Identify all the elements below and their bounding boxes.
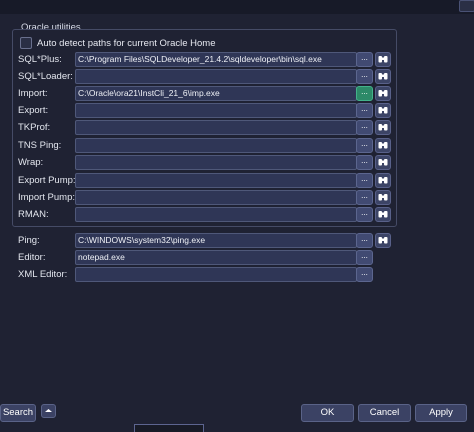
utility-path-input[interactable]: C:\Program Files\SQLDeveloper_21.4.2\sql… <box>75 52 357 67</box>
utility-row-6: TNS Ping:... <box>0 138 474 153</box>
browse-button[interactable]: ... <box>356 69 373 84</box>
utility-row-2: SQL*Loader:... <box>0 69 474 84</box>
utility-path-input[interactable] <box>75 138 357 153</box>
browse-button[interactable]: ... <box>356 207 373 222</box>
browse-button[interactable]: ... <box>356 120 373 135</box>
utility-label: Ping: <box>18 235 40 246</box>
search-button[interactable]: Search <box>0 404 36 422</box>
binoculars-icon[interactable] <box>375 120 391 135</box>
utility-label: SQL*Loader: <box>18 71 73 82</box>
utility-row-3: Import: C:\Oracle\ora21\InstCli_21_6\imp.… <box>0 86 474 101</box>
utility-path-input[interactable] <box>75 155 357 170</box>
cancel-button[interactable]: Cancel <box>358 404 411 422</box>
utility-row-5: TKProf:... <box>0 120 474 135</box>
utility-label: Wrap: <box>18 157 44 168</box>
browse-button[interactable]: ... <box>356 103 373 118</box>
utility-path-input[interactable] <box>75 103 357 118</box>
binoculars-icon[interactable] <box>375 173 391 188</box>
auto-detect-checkbox[interactable] <box>20 37 32 49</box>
utility-path-input[interactable] <box>75 267 357 282</box>
binoculars-icon[interactable] <box>375 138 391 153</box>
utility-row-13: XML Editor:... <box>0 267 474 282</box>
utility-label: XML Editor: <box>18 269 68 280</box>
browse-button[interactable]: ... <box>356 173 373 188</box>
browse-button[interactable]: ... <box>356 138 373 153</box>
up-arrow-icon[interactable] <box>41 404 56 418</box>
binoculars-icon[interactable] <box>375 52 391 67</box>
utility-path-input[interactable]: C:\Oracle\ora21\InstCli_21_6\imp.exe <box>75 86 357 101</box>
utility-row-7: Wrap:... <box>0 155 474 170</box>
utility-label: Editor: <box>18 252 46 263</box>
utility-label: TNS Ping: <box>18 140 62 151</box>
apply-button[interactable]: Apply <box>415 404 467 422</box>
dialog-top-bar <box>0 0 474 14</box>
utility-label: Import: <box>18 88 48 99</box>
utility-row-12: Editor: notepad.exe... <box>0 250 474 265</box>
utility-path-input[interactable] <box>75 190 357 205</box>
browse-button[interactable]: ... <box>356 233 373 248</box>
utility-row-1: SQL*Plus: C:\Program Files\SQLDeveloper_2… <box>0 52 474 67</box>
utility-label: RMAN: <box>18 209 49 220</box>
binoculars-icon[interactable] <box>375 69 391 84</box>
browse-button[interactable]: ... <box>356 190 373 205</box>
binoculars-icon[interactable] <box>375 155 391 170</box>
browse-button[interactable]: ... <box>356 155 373 170</box>
browse-button[interactable]: ... <box>356 250 373 265</box>
utility-label: Export Pump: <box>18 175 76 186</box>
utility-path-input[interactable] <box>75 173 357 188</box>
browse-button[interactable]: ... <box>356 267 373 282</box>
utility-path-input[interactable]: notepad.exe <box>75 250 357 265</box>
browse-button[interactable]: ... <box>356 86 373 101</box>
auto-detect-label: Auto detect paths for current Oracle Hom… <box>37 37 216 49</box>
binoculars-icon[interactable] <box>375 103 391 118</box>
utility-path-input[interactable] <box>75 69 357 84</box>
utility-label: Import Pump: <box>18 192 76 203</box>
utility-row-11: Ping: C:\WINDOWS\system32\ping.exe... <box>0 233 474 248</box>
utility-row-4: Export:... <box>0 103 474 118</box>
binoculars-icon[interactable] <box>375 190 391 205</box>
utility-path-input[interactable] <box>75 207 357 222</box>
utility-row-8: Export Pump:... <box>0 173 474 188</box>
utility-row-10: RMAN:... <box>0 207 474 222</box>
binoculars-icon[interactable] <box>375 233 391 248</box>
browse-button[interactable]: ... <box>356 52 373 67</box>
utility-row-9: Import Pump:... <box>0 190 474 205</box>
utility-path-input[interactable] <box>75 120 357 135</box>
auto-detect-paths-option[interactable]: Auto detect paths for current Oracle Hom… <box>20 37 215 49</box>
window-close-button[interactable] <box>459 0 474 12</box>
ok-button[interactable]: OK <box>301 404 354 422</box>
binoculars-icon[interactable] <box>375 86 391 101</box>
utility-label: SQL*Plus: <box>18 54 62 65</box>
utility-label: TKProf: <box>18 122 51 133</box>
utility-label: Export: <box>18 105 49 116</box>
utility-path-input[interactable]: C:\WINDOWS\system32\ping.exe <box>75 233 357 248</box>
binoculars-icon[interactable] <box>375 207 391 222</box>
